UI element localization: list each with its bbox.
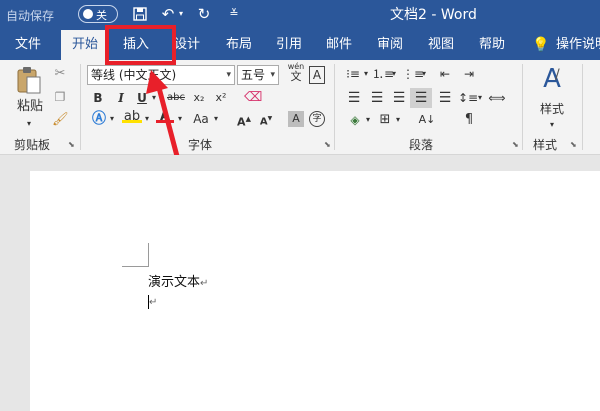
document-area: 演示文本↵ ↵ <box>0 155 600 411</box>
margin-corner-mark <box>122 266 148 267</box>
document-page[interactable]: 演示文本↵ ↵ <box>30 171 600 411</box>
paragraph-mark: ↵ <box>149 297 158 308</box>
text-cursor: ↵ <box>148 294 157 309</box>
document-text[interactable]: 演示文本↵ <box>148 271 208 290</box>
margin-corner-mark <box>148 243 149 267</box>
paragraph-mark: ↵ <box>200 278 209 289</box>
document-text-content: 演示文本 <box>148 275 201 290</box>
